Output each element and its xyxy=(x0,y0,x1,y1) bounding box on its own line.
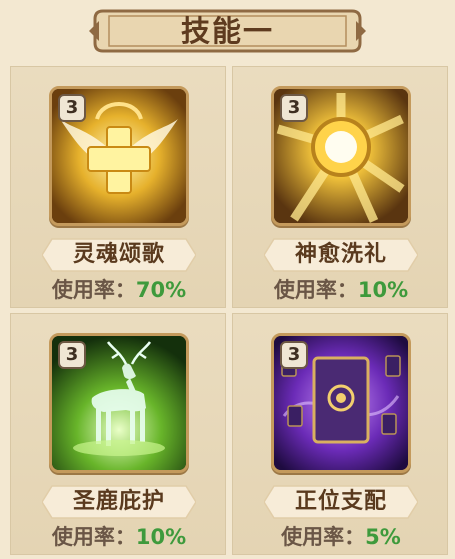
skill-name: 圣鹿庇护 xyxy=(72,489,165,514)
usage-label: 使用率： xyxy=(273,278,358,302)
skill-level-badge: 3 xyxy=(280,341,308,369)
usage-label: 使用率： xyxy=(51,525,136,549)
skill-name: 神愈洗礼 xyxy=(294,242,387,267)
skill-name: 正位支配 xyxy=(294,489,387,514)
header-banner: 技能一 xyxy=(89,5,366,57)
skill-name-plate: 圣鹿庇护 xyxy=(42,484,196,520)
skill-name-plate: 灵魂颂歌 xyxy=(42,237,196,273)
skill-card[interactable]: 3 神愈洗礼 使用率：10% xyxy=(232,66,448,308)
usage-label: 使用率： xyxy=(281,525,366,549)
skill-level-badge: 3 xyxy=(58,94,86,122)
skill-panel: 技能一 3 灵魂颂歌 使用率：70% 3 神愈洗礼 使用率：10% 3 圣鹿庇护… xyxy=(0,0,455,559)
usage-rate: 使用率：70% xyxy=(11,275,227,305)
usage-value: 70% xyxy=(135,278,187,302)
spirit-deer-icon: 3 xyxy=(49,333,189,473)
usage-rate: 使用率：10% xyxy=(233,275,449,305)
skill-card[interactable]: 3 灵魂颂歌 使用率：70% xyxy=(10,66,226,308)
holy-cross-wings-icon: 3 xyxy=(49,86,189,226)
usage-label: 使用率： xyxy=(51,278,136,302)
skill-level-badge: 3 xyxy=(58,341,86,369)
radiant-sun-icon: 3 xyxy=(271,86,411,226)
usage-rate: 使用率：10% xyxy=(11,522,227,552)
skill-name-plate: 神愈洗礼 xyxy=(264,237,418,273)
usage-value: 10% xyxy=(357,278,409,302)
skill-card[interactable]: 3 正位支配 使用率：5% xyxy=(232,313,448,555)
usage-value: 5% xyxy=(365,525,401,549)
header-title: 技能一 xyxy=(180,14,274,48)
skill-card[interactable]: 3 圣鹿庇护 使用率：10% xyxy=(10,313,226,555)
tarot-card-icon: 3 xyxy=(271,333,411,473)
skill-name: 灵魂颂歌 xyxy=(72,242,165,267)
skill-name-plate: 正位支配 xyxy=(264,484,418,520)
usage-value: 10% xyxy=(135,525,187,549)
skill-level-badge: 3 xyxy=(280,94,308,122)
usage-rate: 使用率：5% xyxy=(233,522,449,552)
